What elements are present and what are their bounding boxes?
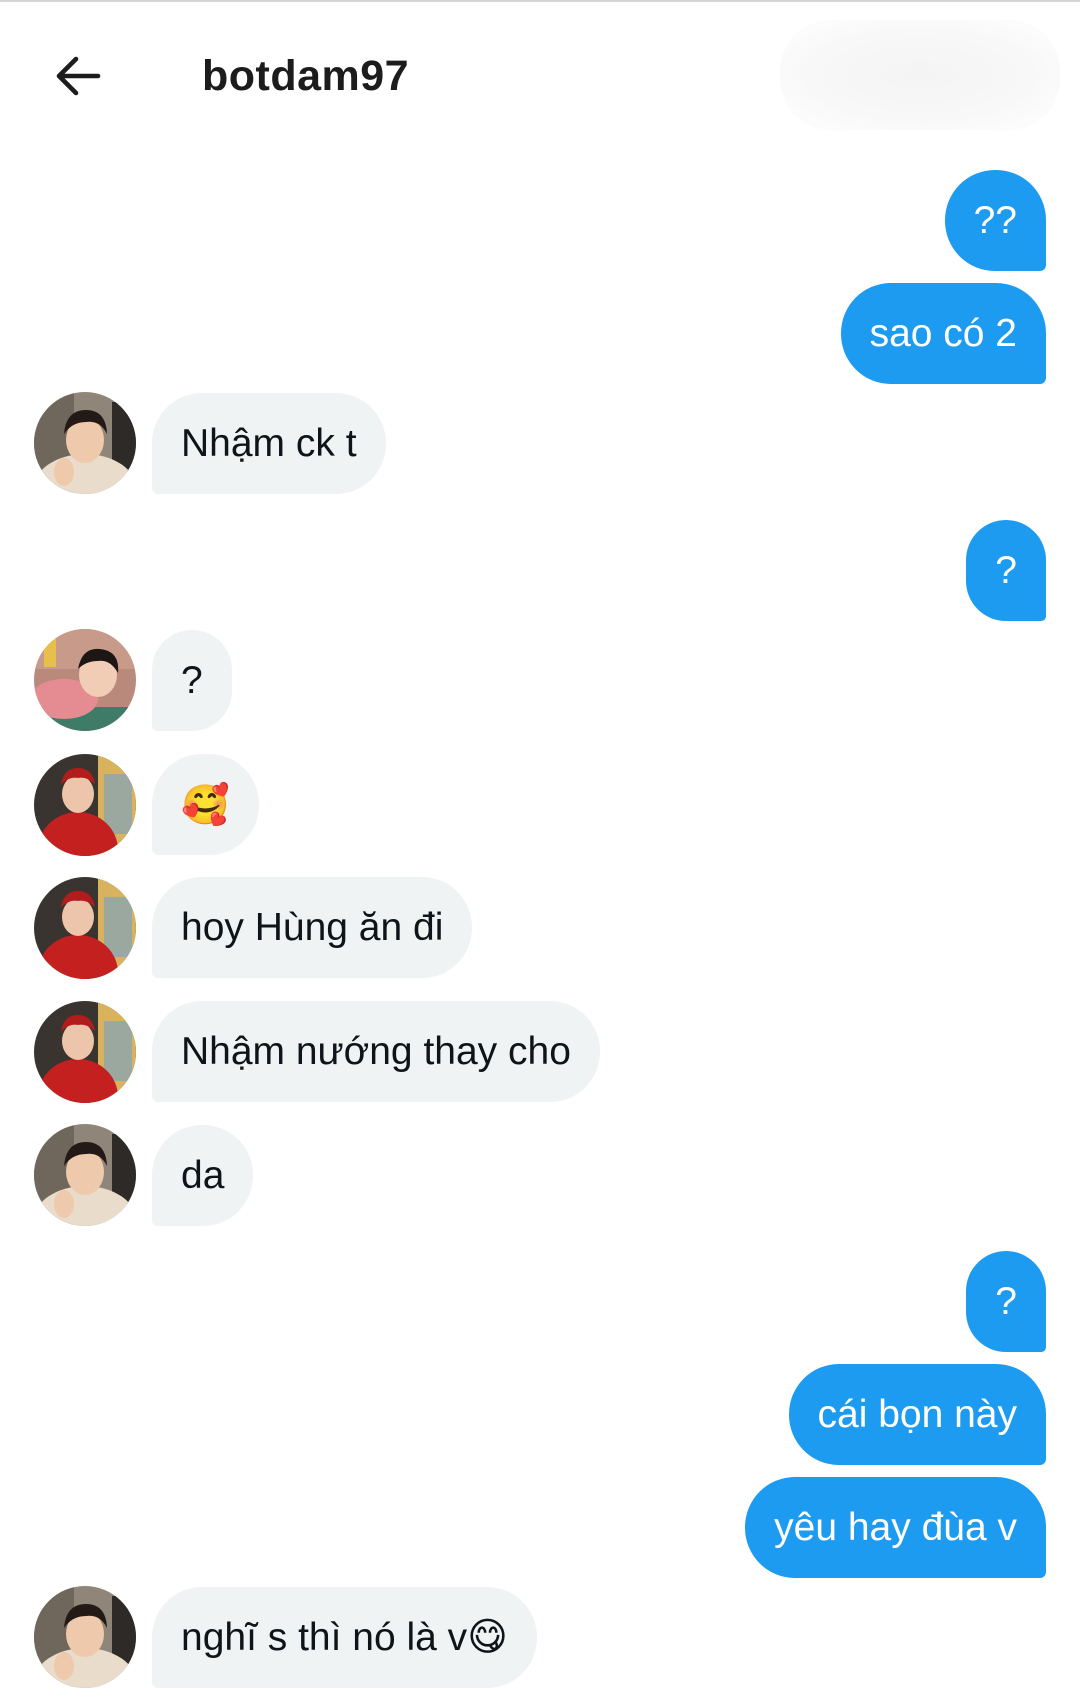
incoming-message-bubble[interactable]: hoy Hùng ăn đi xyxy=(152,877,473,978)
back-button[interactable] xyxy=(48,46,108,106)
outgoing-message-bubble[interactable]: sao có 2 xyxy=(840,283,1046,384)
conversation-header: botdam97 xyxy=(0,0,1080,150)
avatar-image xyxy=(34,1586,136,1688)
message-text: 🥰 xyxy=(181,782,230,828)
avatar-image xyxy=(34,754,136,856)
avatar-red-jacket[interactable] xyxy=(34,877,136,979)
message-text: nghĩ s thì nó là v😋 xyxy=(181,1616,508,1659)
outgoing-message-bubble[interactable]: ? xyxy=(966,520,1046,621)
incoming-message-bubble[interactable]: 🥰 xyxy=(152,754,259,855)
message-text: da xyxy=(181,1153,225,1197)
message-text: ? xyxy=(181,658,203,702)
avatar-beige-jacket[interactable] xyxy=(34,392,136,494)
message-text: Nhậm nướng thay cho xyxy=(181,1029,571,1073)
incoming-message-bubble[interactable]: Nhậm nướng thay cho xyxy=(152,1001,600,1102)
avatar-beige-jacket[interactable] xyxy=(34,1124,136,1226)
avatar-red-jacket[interactable] xyxy=(34,754,136,856)
avatar-image xyxy=(34,1124,136,1226)
redacted-area xyxy=(780,20,1060,130)
avatar-pink-sweater[interactable] xyxy=(34,629,136,731)
outgoing-message-bubble[interactable]: cái bọn này xyxy=(788,1364,1046,1465)
message-text: ? xyxy=(995,1279,1017,1323)
avatar-red-jacket[interactable] xyxy=(34,1001,136,1103)
message-text: Nhậm ck t xyxy=(181,421,357,465)
arrow-left-icon xyxy=(56,56,101,96)
avatar-image xyxy=(34,392,136,494)
avatar-image xyxy=(34,877,136,979)
message-text: cái bọn này xyxy=(817,1392,1017,1436)
dm-conversation-screen: botdam97 ?? sao có 2 Nhậm ck t ? ? 🥰 hoy… xyxy=(0,0,1080,1697)
incoming-message-bubble[interactable]: ? xyxy=(152,630,232,731)
incoming-message-bubble[interactable]: nghĩ s thì nó là v😋 xyxy=(152,1587,537,1688)
incoming-message-bubble[interactable]: da xyxy=(152,1125,254,1226)
avatar-beige-jacket[interactable] xyxy=(34,1586,136,1688)
message-text: hoy Hùng ăn đi xyxy=(181,905,444,949)
incoming-message-bubble[interactable]: Nhậm ck t xyxy=(152,393,386,494)
message-text: yêu hay đùa v xyxy=(774,1505,1017,1549)
message-text: ?? xyxy=(973,198,1017,242)
message-text: ? xyxy=(995,548,1017,592)
avatar-image xyxy=(34,629,136,731)
message-text: sao có 2 xyxy=(869,311,1017,355)
conversation-title[interactable]: botdam97 xyxy=(202,52,409,101)
avatar-image xyxy=(34,1001,136,1103)
outgoing-message-bubble[interactable]: ? xyxy=(966,1251,1046,1352)
outgoing-message-bubble[interactable]: yêu hay đùa v xyxy=(745,1477,1046,1578)
outgoing-message-bubble[interactable]: ?? xyxy=(944,170,1046,271)
